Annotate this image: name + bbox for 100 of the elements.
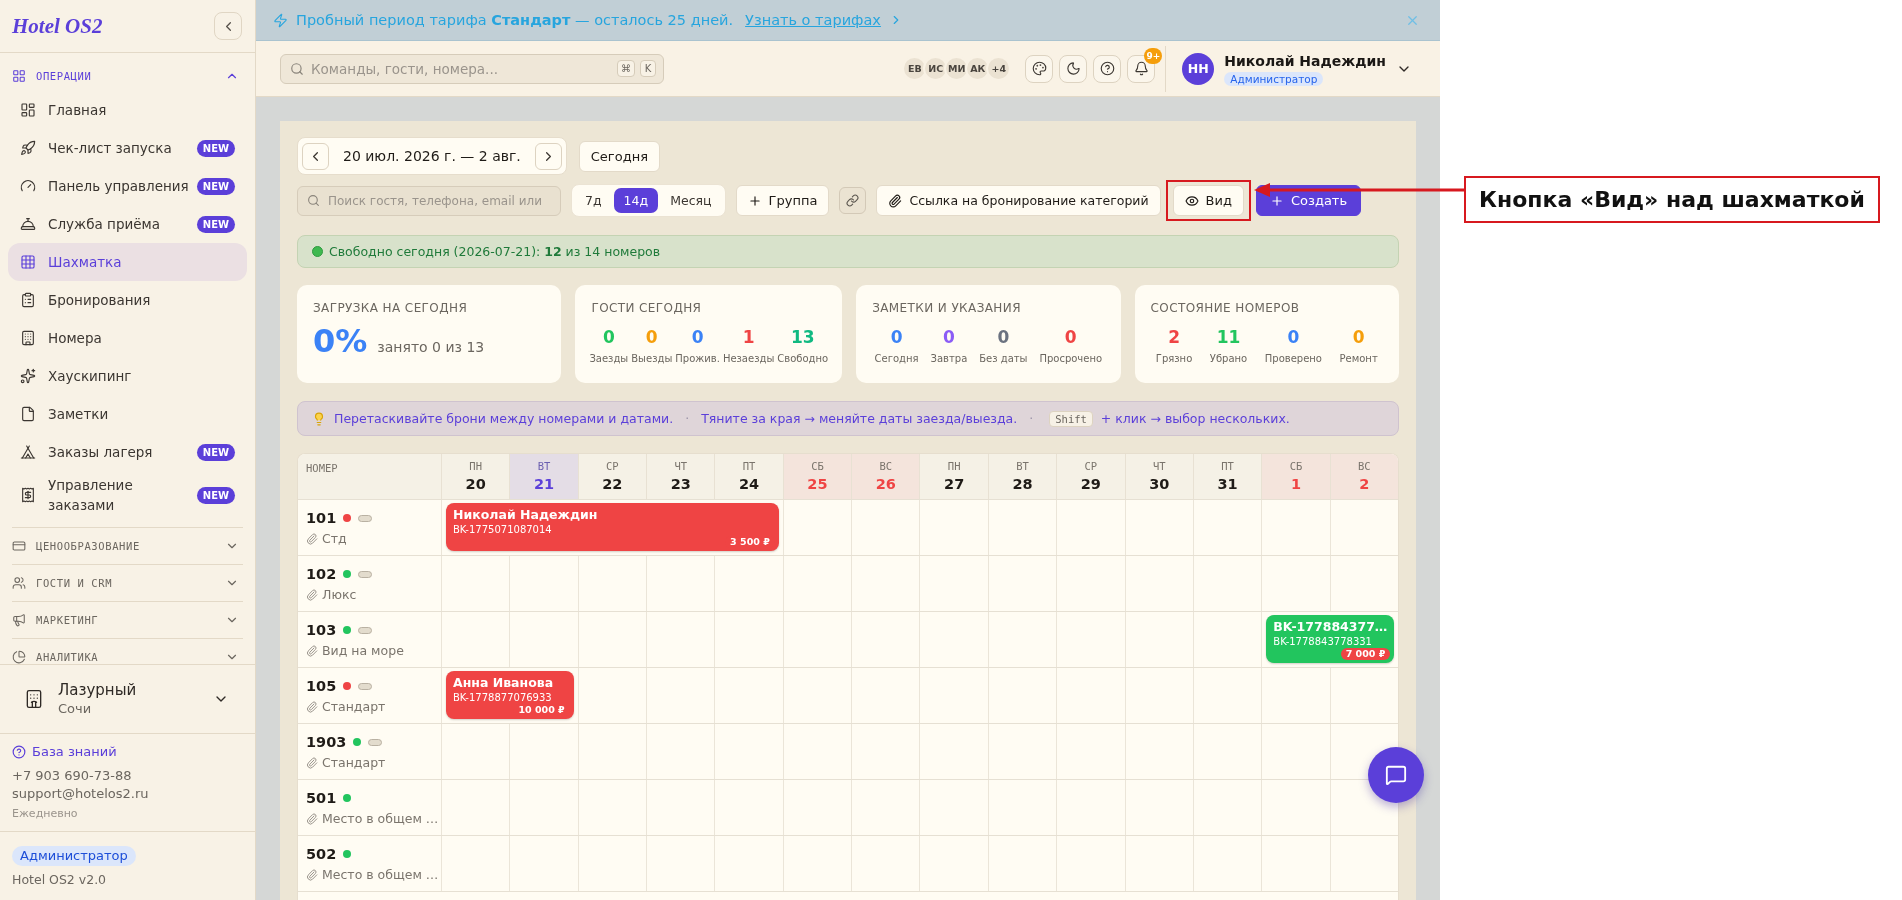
day-number: 23 (670, 475, 691, 493)
support-email: support@hotelos2.ru (12, 785, 149, 803)
user-name: Николай Надеждин (1224, 51, 1386, 70)
day-number: 26 (875, 475, 896, 493)
nav-item[interactable]: Номера (8, 319, 247, 357)
team-avatar[interactable]: +4 (986, 56, 1012, 81)
booking-code: BK-1778843778331 (1273, 635, 1373, 648)
palette-icon (1031, 61, 1047, 76)
new-badge: NEW (196, 486, 235, 504)
paperclip-icon (888, 193, 903, 208)
search-icon (290, 61, 304, 76)
section-header[interactable]: ГОСТИ И CRM (12, 564, 243, 601)
category-link-button[interactable]: Ссылка на бронирование категорий (876, 185, 1161, 216)
hotel-building-icon (24, 689, 44, 709)
nav-item[interactable]: Шахматка (8, 243, 247, 281)
today-button[interactable]: Сегодня (578, 140, 660, 172)
counter-label: Незаезды (722, 352, 775, 365)
room-number: 103 (306, 621, 337, 639)
nav-item[interactable]: Хаускипинг (8, 357, 247, 395)
weekday-label: ВС (1358, 459, 1371, 473)
stat-title: ЗАГРУЗКА НА СЕГОДНЯ (312, 300, 468, 316)
nav-item[interactable]: Заказы лагеря NEW (8, 433, 247, 471)
room-number: 102 (306, 565, 337, 583)
room-type: Вид на море (322, 643, 404, 659)
user-avatar[interactable]: НН (1182, 52, 1215, 85)
counter-label: Грязно (1155, 352, 1193, 365)
room-number: 101 (306, 509, 337, 527)
grid-icon (12, 69, 26, 83)
role-badge: Администратор (1224, 71, 1324, 86)
new-badge: NEW (196, 215, 235, 233)
palette-button[interactable] (1025, 54, 1054, 83)
price-badge: 7 000 ₽ (1340, 648, 1391, 660)
notification-count: 9+ (1144, 47, 1163, 64)
booking-block[interactable]: BK-177884377… BK-1778843778331 7 000 ₽ (1266, 615, 1395, 663)
day-number: 31 (1217, 475, 1238, 493)
search-field[interactable]: Поиск гостя, телефона, email или (297, 185, 561, 216)
moon-button[interactable] (1059, 54, 1088, 83)
paperclip-icon (306, 813, 318, 825)
nav-item[interactable]: Служба приёма NEW (8, 205, 247, 243)
card-icon (12, 539, 26, 553)
nav-item[interactable]: Заметки (8, 395, 247, 433)
room-number: 1903 (306, 733, 347, 751)
room-number: 502 (306, 845, 337, 863)
service-bell-icon (20, 216, 36, 232)
stat-caption: занято 0 из 13 (377, 339, 485, 355)
paperclip-icon (306, 757, 318, 769)
new-badge: NEW (196, 443, 235, 461)
knowledge-base-link[interactable]: База знаний (12, 743, 117, 761)
booking-block[interactable]: Анна Иванова BK-1778877076933 10 000 ₽ (446, 671, 574, 719)
nav-item[interactable]: Панель управления NEW (8, 167, 247, 205)
period-tab[interactable]: 7д (575, 188, 612, 213)
booking-code: BK-1778877076933 (453, 691, 553, 704)
section-header[interactable]: МАРКЕТИНГ (12, 601, 243, 638)
period-tab[interactable]: Месяц (660, 188, 722, 213)
counter-value: 0 (1287, 327, 1300, 347)
column-header: НОМЕР (305, 461, 339, 476)
counter-value: 1 (742, 327, 755, 347)
previous-button[interactable] (302, 142, 329, 170)
group-button[interactable]: Группа (735, 185, 830, 216)
stat-title: СОСТОЯНИЕ НОМЕРОВ (1149, 300, 1300, 316)
shortcut-key: Shift (1049, 410, 1093, 427)
period-tab[interactable]: 14д (613, 188, 659, 213)
counter-label: Просрочено (1039, 352, 1103, 365)
section-header[interactable]: ОПЕРАЦИИ (12, 61, 243, 91)
weekday-label: ВТ (1016, 459, 1029, 473)
help-icon (1099, 61, 1115, 76)
annotation-label: Кнопка «Вид» над шахматкой (1464, 176, 1880, 223)
view-button[interactable]: Вид (1172, 185, 1244, 216)
message-icon (1385, 764, 1407, 786)
date-range: 20 июл. 2026 г. — 2 авг. (342, 148, 522, 164)
section-header[interactable]: ЦЕНООБРАЗОВАНИЕ (12, 527, 243, 564)
counter-value: 0 (645, 327, 658, 347)
day-number: 1 (1290, 475, 1301, 493)
nav-item[interactable]: Управление заказами NEW (8, 471, 247, 519)
version-text: Hotel OS2 v2.0 (12, 872, 107, 888)
eye-icon (1184, 193, 1199, 208)
help-button[interactable] (1093, 54, 1122, 83)
section-header[interactable]: АНАЛИТИКА (12, 638, 243, 664)
day-number: 21 (533, 475, 555, 493)
lightning-icon (273, 12, 288, 28)
weekday-label: СБ (811, 459, 824, 473)
nav-item[interactable]: Бронирования (8, 281, 247, 319)
building-icon (20, 330, 36, 346)
pie-chart-icon (12, 650, 26, 664)
counter-value: 0 (691, 327, 704, 347)
status-dot-icon (312, 246, 323, 257)
users-icon (12, 576, 26, 590)
hotel-selector[interactable]: Лазурный Сочи (0, 664, 255, 733)
weekday-label: ВТ (537, 459, 551, 473)
counter-label: Прожив. (675, 352, 720, 365)
nav-item[interactable]: Чек-лист запуска NEW (8, 129, 247, 167)
counter-value: 11 (1216, 327, 1241, 347)
link-button[interactable] (839, 187, 867, 214)
day-number: 29 (1080, 475, 1101, 493)
nav-item[interactable]: Главная (8, 91, 247, 129)
booking-block[interactable]: Николай Надеждин BK-1775071087014 3 500 ₽ (446, 503, 779, 551)
weekday-label: ПН (947, 459, 961, 473)
counter-label: Завтра (930, 352, 968, 365)
new-badge: NEW (196, 177, 235, 195)
counter-label: Выезды (631, 352, 673, 365)
